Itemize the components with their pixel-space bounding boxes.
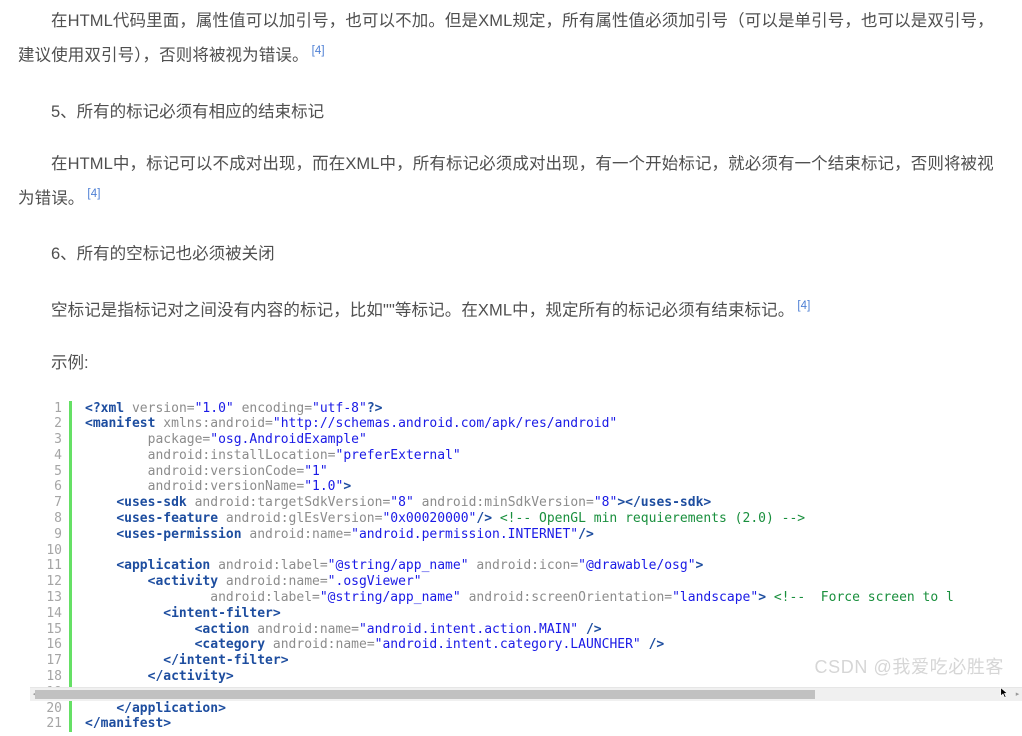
code-line-number: 5 bbox=[30, 464, 62, 480]
code-line-number: 12 bbox=[30, 574, 62, 590]
code-line-number: 17 bbox=[30, 653, 62, 669]
code-line: <category android:name="android.intent.c… bbox=[85, 637, 1022, 653]
code-line-number: 14 bbox=[30, 606, 62, 622]
code-line: <uses-sdk android:targetSdkVersion="8" a… bbox=[85, 495, 1022, 511]
code-line-number: 18 bbox=[30, 669, 62, 685]
code-line: <application android:label="@string/app_… bbox=[85, 558, 1022, 574]
paragraph-text: 在HTML中，标记可以不成对出现，而在XML中，所有标记必须成对出现，有一个开始… bbox=[18, 155, 994, 208]
code-line-number: 6 bbox=[30, 479, 62, 495]
code-line-number: 4 bbox=[30, 448, 62, 464]
code-line-number: 10 bbox=[30, 543, 62, 559]
scrollbar-thumb[interactable] bbox=[35, 690, 815, 699]
paragraph-text: 在HTML代码里面，属性值可以加引号，也可以不加。但是XML规定，所有属性值必须… bbox=[18, 12, 994, 65]
article-body: 在HTML代码里面，属性值可以加引号，也可以不加。但是XML规定，所有属性值必须… bbox=[0, 0, 1022, 736]
code-line: android:label="@string/app_name" android… bbox=[85, 590, 1022, 606]
code-line-number: 8 bbox=[30, 511, 62, 527]
reference-marker[interactable]: [4] bbox=[794, 300, 810, 312]
code-line-number: 2 bbox=[30, 416, 62, 432]
code-line: <intent-filter> bbox=[85, 606, 1022, 622]
scroll-right-arrow-icon[interactable]: ▸ bbox=[1013, 690, 1022, 699]
code-line: android:installLocation="preferExternal" bbox=[85, 448, 1022, 464]
code-line: <activity android:name=".osgViewer" bbox=[85, 574, 1022, 590]
code-line: <?xml version="1.0" encoding="utf-8"?> bbox=[85, 401, 1022, 417]
code-line-number: 15 bbox=[30, 622, 62, 638]
paragraph-closing-tag-rule: 在HTML中，标记可以不成对出现，而在XML中，所有标记必须成对出现，有一个开始… bbox=[0, 149, 1022, 214]
paragraph-quotes-rule: 在HTML代码里面，属性值可以加引号，也可以不加。但是XML规定，所有属性值必须… bbox=[0, 0, 1022, 71]
code-line: </manifest> bbox=[85, 716, 1022, 732]
code-line: <manifest xmlns:android="http://schemas.… bbox=[85, 416, 1022, 432]
reference-marker[interactable]: [4] bbox=[84, 188, 100, 200]
code-content[interactable]: <?xml version="1.0" encoding="utf-8"?><m… bbox=[72, 396, 1022, 736]
code-line: android:versionCode="1" bbox=[85, 464, 1022, 480]
code-line bbox=[85, 543, 1022, 559]
code-line: <action android:name="android.intent.act… bbox=[85, 622, 1022, 638]
code-line-number: 21 bbox=[30, 716, 62, 732]
code-line-numbers: 123456789101112131415161718192021 bbox=[30, 396, 62, 736]
code-line-number: 11 bbox=[30, 558, 62, 574]
spacer bbox=[0, 326, 1022, 348]
code-line: <uses-permission android:name="android.p… bbox=[85, 527, 1022, 543]
heading-rule-5: 5、所有的标记必须有相应的结束标记 bbox=[0, 97, 1022, 127]
code-line-number: 13 bbox=[30, 590, 62, 606]
example-label: 示例: bbox=[0, 348, 1022, 378]
spacer bbox=[0, 269, 1022, 291]
spacer bbox=[0, 127, 1022, 149]
code-line-number: 7 bbox=[30, 495, 62, 511]
paragraph-text: 空标记是指标记对之间没有内容的标记，比如""等标记。在XML中，规定所有的标记必… bbox=[51, 302, 794, 320]
heading-rule-6: 6、所有的空标记也必须被关闭 bbox=[0, 239, 1022, 269]
code-line: </intent-filter> bbox=[85, 653, 1022, 669]
code-line-number: 20 bbox=[30, 701, 62, 717]
spacer bbox=[0, 71, 1022, 97]
code-line-number: 9 bbox=[30, 527, 62, 543]
code-line: </application> bbox=[85, 701, 1022, 717]
code-block[interactable]: 123456789101112131415161718192021 <?xml … bbox=[30, 396, 1022, 736]
spacer bbox=[0, 378, 1022, 396]
code-line-number: 3 bbox=[30, 432, 62, 448]
code-line: </activity> bbox=[85, 669, 1022, 685]
reference-marker[interactable]: [4] bbox=[309, 45, 325, 57]
code-line: <uses-feature android:glEsVersion="0x000… bbox=[85, 511, 1022, 527]
code-line: package="osg.AndroidExample" bbox=[85, 432, 1022, 448]
horizontal-scrollbar[interactable]: ◂ ▸ bbox=[30, 687, 1022, 701]
spacer bbox=[0, 213, 1022, 239]
code-line-number: 1 bbox=[30, 401, 62, 417]
code-line: android:versionName="1.0"> bbox=[85, 479, 1022, 495]
paragraph-empty-tag-rule: 空标记是指标记对之间没有内容的标记，比如""等标记。在XML中，规定所有的标记必… bbox=[0, 291, 1022, 326]
code-line-number: 16 bbox=[30, 637, 62, 653]
